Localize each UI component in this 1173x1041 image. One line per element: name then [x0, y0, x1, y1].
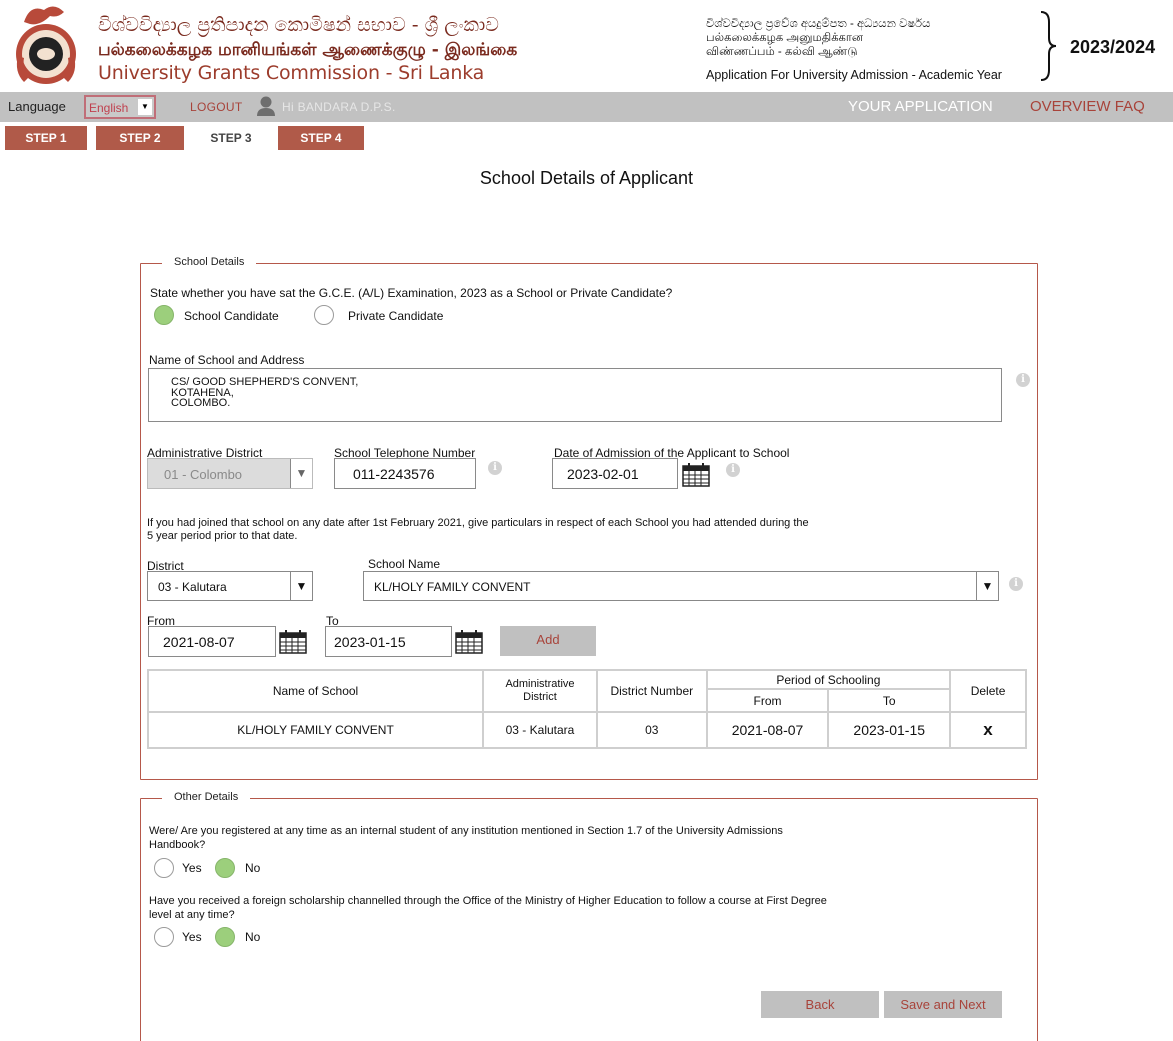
q1-yes-radio[interactable]: [154, 858, 174, 878]
chevron-down-icon: ▼: [290, 459, 312, 488]
q2-no-label: No: [245, 930, 261, 944]
overview-faq-link[interactable]: OVERVIEW FAQ: [1030, 98, 1145, 115]
add-button[interactable]: Add: [500, 626, 596, 656]
app-title-english: Application For University Admission - A…: [706, 68, 1002, 82]
schools-table: Name of School Administrative District Di…: [146, 669, 1027, 749]
calendar-icon[interactable]: [455, 630, 483, 654]
q1-no-radio[interactable]: [215, 858, 235, 878]
prev-school-select[interactable]: KL/HOLY FAMILY CONVENT ▼: [363, 571, 999, 601]
question-1-line-2: Handbook?: [149, 839, 206, 851]
info-icon[interactable]: i: [726, 463, 740, 477]
chevron-down-icon: ▼: [138, 99, 152, 115]
delete-icon[interactable]: x: [949, 711, 1027, 749]
prev-district-value: 03 - Kalutara: [158, 580, 227, 594]
step-2-tab[interactable]: STEP 2: [96, 126, 184, 150]
admin-district-value: 01 - Colombo: [164, 467, 243, 482]
phone-value: 011-2243576: [353, 466, 435, 482]
title-english: University Grants Commission - Sri Lanka: [98, 62, 485, 84]
cell-district-number: 03: [595, 711, 708, 749]
q2-yes-label: Yes: [182, 930, 202, 944]
app-title-tamil-1: பல்கலைக்கழக அனுமதிக்கான: [706, 32, 864, 44]
prev-district-select[interactable]: 03 - Kalutara ▼: [147, 571, 313, 601]
prior-school-note-2: 5 year period prior to that date.: [147, 530, 298, 542]
phone-input[interactable]: 011-2243576: [334, 458, 476, 489]
private-candidate-label: Private Candidate: [348, 309, 444, 323]
q2-yes-radio[interactable]: [154, 927, 174, 947]
back-button[interactable]: Back: [761, 991, 879, 1018]
save-and-next-button[interactable]: Save and Next: [884, 991, 1002, 1018]
title-sinhala: විශ්වවිද්‍යාල ප්‍රතිපාදන කොමිෂන් සභාව - …: [98, 14, 499, 36]
col-header-from: From: [705, 688, 830, 713]
other-details-legend: Other Details: [162, 791, 251, 803]
your-application-link[interactable]: YOUR APPLICATION: [848, 98, 993, 115]
calendar-icon[interactable]: [279, 630, 307, 654]
from-date-input[interactable]: 2021-08-07: [148, 626, 276, 657]
step-3-tab[interactable]: STEP 3: [190, 126, 272, 150]
school-name-label: Name of School and Address: [149, 353, 305, 367]
school-candidate-radio[interactable]: [154, 305, 174, 325]
brace-icon: [1040, 11, 1057, 81]
step-4-tab[interactable]: STEP 4: [278, 126, 364, 150]
user-icon: [257, 96, 275, 116]
info-icon[interactable]: i: [1016, 373, 1030, 387]
admission-date-input[interactable]: 2023-02-01: [552, 458, 678, 489]
cell-school-name: KL/HOLY FAMILY CONVENT: [146, 711, 485, 749]
step-1-tab[interactable]: STEP 1: [5, 126, 87, 150]
col-header-delete: Delete: [949, 669, 1027, 713]
question-2-line-1: Have you received a foreign scholarship …: [149, 895, 827, 907]
col-header-district-number: District Number: [595, 669, 708, 713]
chevron-down-icon: ▼: [976, 572, 998, 600]
col-header-period: Period of Schooling: [705, 669, 952, 690]
q1-yes-label: Yes: [182, 861, 202, 875]
logout-link[interactable]: LOGOUT: [190, 100, 242, 114]
page-title: School Details of Applicant: [479, 168, 694, 188]
title-tamil: பல்கலைக்கழக மானியங்கள் ஆணைக்குழு - இலங்க…: [98, 40, 518, 60]
col-header-name: Name of School: [146, 669, 485, 713]
user-greeting: Hi BANDARA D.P.S.: [282, 100, 396, 114]
from-date-value: 2021-08-07: [163, 634, 235, 650]
to-date-value: 2023-01-15: [334, 634, 406, 650]
prev-school-value: KL/HOLY FAMILY CONVENT: [374, 580, 531, 594]
q1-no-label: No: [245, 861, 261, 875]
info-icon[interactable]: i: [488, 461, 502, 475]
private-candidate-radio[interactable]: [314, 305, 334, 325]
address-line-3: COLOMBO.: [171, 397, 231, 409]
app-title-tamil-2: விண்ணப்பம் - கல்வி ஆண்டு: [706, 46, 858, 58]
question-1-line-1: Were/ Are you registered at any time as …: [149, 825, 783, 837]
language-select[interactable]: English ▼: [84, 95, 156, 119]
prior-school-note-1: If you had joined that school on any dat…: [147, 517, 809, 529]
school-candidate-label: School Candidate: [184, 309, 279, 323]
question-2-line-2: level at any time?: [149, 909, 235, 921]
table-row: KL/HOLY FAMILY CONVENT 03 - Kalutara 03 …: [146, 711, 1027, 749]
school-details-legend: School Details: [162, 256, 257, 268]
info-icon[interactable]: i: [1009, 577, 1023, 591]
language-value: English: [89, 101, 129, 115]
cell-to: 2023-01-15: [827, 711, 952, 749]
prev-school-label: School Name: [368, 557, 441, 571]
q2-no-radio[interactable]: [215, 927, 235, 947]
to-date-input[interactable]: 2023-01-15: [325, 626, 452, 657]
language-label: Language: [8, 99, 66, 114]
app-title-sinhala: විශ්වවිද්‍යාල ප්‍රවේශ අයදුම්පත - අධ්‍යයන…: [706, 18, 931, 30]
calendar-icon[interactable]: [682, 463, 710, 487]
cell-admin-district: 03 - Kalutara: [482, 711, 598, 749]
cell-from: 2021-08-07: [705, 711, 830, 749]
address-line-1: CS/ GOOD SHEPHERD'S CONVENT,: [171, 376, 359, 388]
candidate-question: State whether you have sat the G.C.E. (A…: [150, 286, 673, 300]
menu-bar: [0, 92, 1173, 122]
admission-date-value: 2023-02-01: [567, 466, 639, 482]
col-header-admin-district: Administrative District: [482, 669, 598, 713]
ugc-logo: [16, 6, 76, 84]
admin-district-select[interactable]: 01 - Colombo ▼: [147, 458, 313, 489]
school-address-textarea[interactable]: CS/ GOOD SHEPHERD'S CONVENT, KOTAHENA, C…: [148, 368, 1002, 422]
academic-year: 2023/2024: [1070, 37, 1156, 57]
chevron-down-icon: ▼: [290, 572, 312, 600]
col-header-to: To: [827, 688, 952, 713]
